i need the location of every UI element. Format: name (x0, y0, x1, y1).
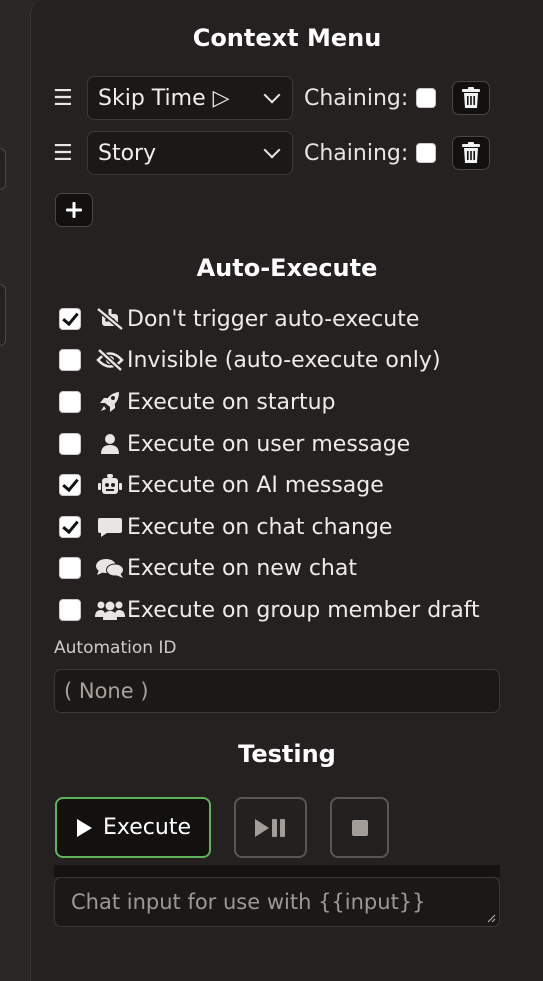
play-pause-icon (254, 818, 285, 837)
automation-id-input[interactable]: ( None ) (54, 669, 500, 713)
drag-handle-icon[interactable]: ☰ (53, 86, 75, 111)
background-panel-edge (0, 148, 6, 190)
auto-execute-label: Execute on chat change (127, 514, 393, 540)
auto-execute-checkbox[interactable] (59, 308, 81, 330)
context-menu-title: Context Menu (192, 24, 382, 52)
auto-execute-checkbox[interactable] (59, 391, 81, 413)
auto-execute-label: Don't trigger auto-execute (127, 306, 420, 332)
execute-button[interactable]: Execute (55, 797, 211, 858)
testing-title: Testing (238, 740, 336, 768)
auto-execute-label: Execute on group member draft (127, 597, 480, 623)
select-value: Skip Time ▷ (98, 85, 230, 111)
message-icon (95, 515, 125, 539)
auto-execute-label: Execute on startup (127, 389, 336, 415)
auto-execute-checkbox[interactable] (59, 516, 81, 538)
stop-button[interactable] (330, 797, 389, 858)
delete-button[interactable] (452, 81, 491, 115)
background-panel-edge (0, 284, 6, 346)
users-icon (95, 598, 125, 622)
chevron-down-icon (263, 141, 281, 159)
select-value: Story (98, 140, 157, 166)
auto-execute-checkbox[interactable] (59, 349, 81, 371)
auto-execute-checkbox[interactable] (59, 557, 81, 579)
resize-handle-icon[interactable] (487, 914, 496, 923)
auto-execute-label: Execute on AI message (127, 472, 384, 498)
auto-execute-label: Execute on user message (127, 431, 411, 457)
chaining-label: Chaining: (304, 85, 409, 111)
progress-bar (54, 865, 500, 877)
auto-execute-option[interactable]: Execute on group member draft (59, 595, 519, 625)
chaining-checkbox[interactable] (416, 88, 437, 108)
robot-icon (95, 473, 125, 497)
context-menu-item: ☰ Skip Time ▷ Chaining: (53, 76, 491, 120)
delete-button[interactable] (452, 136, 491, 170)
chaining-checkbox[interactable] (416, 143, 437, 163)
auto-execute-label: Execute on new chat (127, 555, 357, 581)
auto-execute-option[interactable]: Execute on AI message (59, 470, 519, 500)
auto-execute-option[interactable]: Execute on startup (59, 387, 519, 417)
drag-handle-icon[interactable]: ☰ (53, 141, 75, 166)
rocket-icon (95, 390, 125, 414)
stop-icon (351, 819, 368, 836)
auto-execute-title: Auto-Execute (196, 254, 378, 282)
chaining-label: Chaining: (304, 140, 409, 166)
auto-execute-option[interactable]: Execute on chat change (59, 512, 519, 542)
quick-reply-editor-panel: Context Menu ☰ Skip Time ▷ Chaining: ☰ S… (30, 0, 543, 981)
auto-execute-option[interactable]: Execute on new chat (59, 553, 519, 583)
context-menu-item: ☰ Story Chaining: (53, 131, 491, 175)
play-icon (77, 818, 92, 837)
add-context-menu-button[interactable] (55, 193, 93, 227)
auto-execute-option[interactable]: Execute on user message (59, 429, 519, 459)
auto-execute-checkbox[interactable] (59, 474, 81, 496)
test-chat-input[interactable]: Chat input for use with {{input}} (54, 877, 500, 927)
comments-icon (95, 556, 125, 580)
user-icon (95, 432, 125, 456)
trash-icon (462, 142, 481, 163)
robot-slash-icon (95, 307, 125, 331)
trash-icon (462, 87, 481, 108)
chevron-down-icon (263, 86, 281, 104)
chat-input-placeholder: Chat input for use with {{input}} (71, 890, 426, 914)
automation-id-label: Automation ID (54, 638, 177, 658)
auto-execute-checkbox[interactable] (59, 433, 81, 455)
plus-icon (66, 202, 82, 218)
execute-label: Execute (103, 815, 191, 840)
eye-slash-icon (95, 348, 125, 372)
context-menu-select[interactable]: Story (87, 131, 293, 175)
auto-execute-option[interactable]: Don't trigger auto-execute (59, 304, 519, 334)
auto-execute-label: Invisible (auto-execute only) (127, 347, 441, 373)
step-button[interactable] (234, 797, 307, 858)
context-menu-select[interactable]: Skip Time ▷ (87, 76, 293, 120)
auto-execute-checkbox[interactable] (59, 599, 81, 621)
auto-execute-option[interactable]: Invisible (auto-execute only) (59, 345, 519, 375)
automation-id-value: ( None ) (64, 679, 149, 703)
